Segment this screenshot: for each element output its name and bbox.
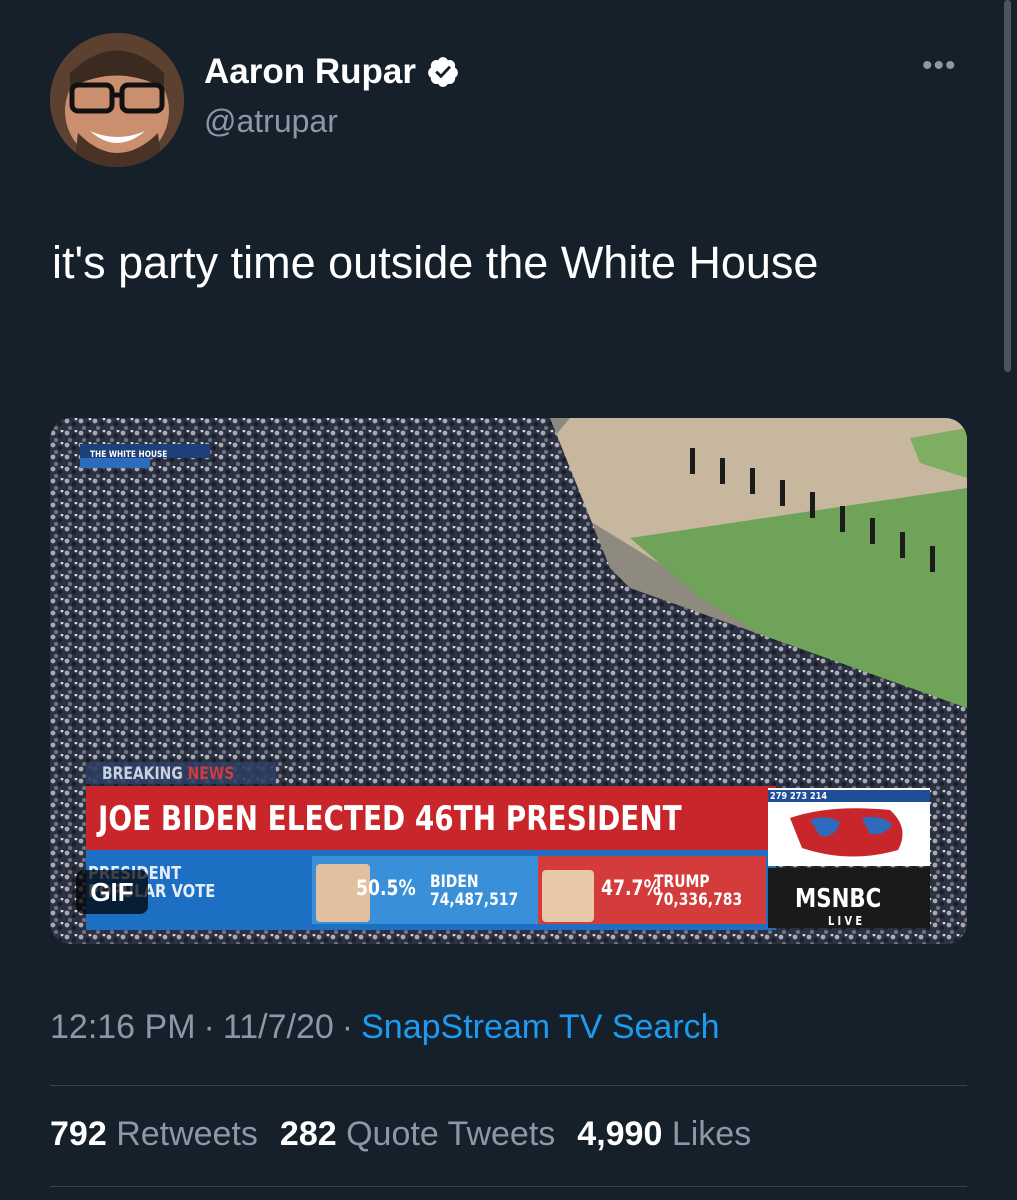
breaking-label: BREAKING <box>102 764 183 784</box>
avatar-image <box>50 33 184 167</box>
likes-label: Likes <box>671 1115 752 1153</box>
likes-count: 4,990 <box>577 1115 663 1153</box>
news-label: NEWS <box>187 764 235 784</box>
author-name-row[interactable]: Aaron Rupar <box>204 52 460 92</box>
likes-stat[interactable]: 4,990 Likes <box>577 1115 751 1153</box>
trump-votes: 70,336,783 <box>654 890 743 910</box>
author-handle[interactable]: @atrupar <box>204 103 338 140</box>
divider <box>50 1085 967 1086</box>
quote-tweets-count: 282 <box>279 1115 337 1153</box>
tweet-meta: 12:16 PM · 11/7/20 · SnapStream TV Search <box>50 1008 720 1047</box>
quote-tweets-label: Quote Tweets <box>346 1115 556 1153</box>
biden-name: BIDEN <box>430 872 479 892</box>
trump-name: TRUMP <box>654 872 710 892</box>
retweets-stat[interactable]: 792 Retweets <box>50 1115 258 1153</box>
more-horizontal-icon[interactable]: ••• <box>922 51 957 81</box>
verified-badge-icon <box>428 57 458 87</box>
overlay-biden-block: BIDEN 74,487,517 <box>430 873 518 909</box>
tweet-date[interactable]: 11/7/20 <box>223 1008 334 1046</box>
quote-tweets-stat[interactable]: 282 Quote Tweets <box>280 1115 555 1153</box>
tweet-media-gif[interactable]: THE WHITE HOUSE BREAKING NEWS JOE BIDEN … <box>50 418 967 944</box>
retweets-count: 792 <box>50 1115 107 1153</box>
overlay-network-logo: MSNBC <box>795 884 882 914</box>
divider <box>50 1186 967 1187</box>
overlay-biden-pct: 50.5% <box>356 876 416 900</box>
tweet-time[interactable]: 12:16 PM <box>50 1008 196 1046</box>
overlay-headline: JOE BIDEN ELECTED 46TH PRESIDENT <box>98 799 682 839</box>
gif-badge[interactable]: GIF <box>76 870 148 914</box>
engagement-stats: 792 Retweets 282 Quote Tweets 4,990 Likes <box>50 1115 751 1154</box>
overlay-live-label: LIVE <box>828 914 866 928</box>
overlay-trump-block: TRUMP 70,336,783 <box>654 873 742 909</box>
meta-separator-2: · <box>341 1008 354 1046</box>
author-name[interactable]: Aaron Rupar <box>204 52 416 92</box>
overlay-location-label: THE WHITE HOUSE <box>90 450 168 460</box>
overlay-trump-pct: 47.7% <box>601 876 661 900</box>
tweet-text: it's party time outside the White House <box>52 237 819 288</box>
avatar[interactable] <box>50 33 184 167</box>
biden-votes: 74,487,517 <box>430 890 519 910</box>
meta-separator-1: · <box>203 1008 215 1046</box>
overlay-breaking-news: BREAKING NEWS <box>102 764 234 784</box>
overlay-electoral-numbers: 279 273 214 <box>770 791 828 802</box>
scrollbar[interactable] <box>1004 0 1011 372</box>
tweet-source-link[interactable]: SnapStream TV Search <box>361 1008 719 1046</box>
retweets-label: Retweets <box>116 1115 258 1153</box>
